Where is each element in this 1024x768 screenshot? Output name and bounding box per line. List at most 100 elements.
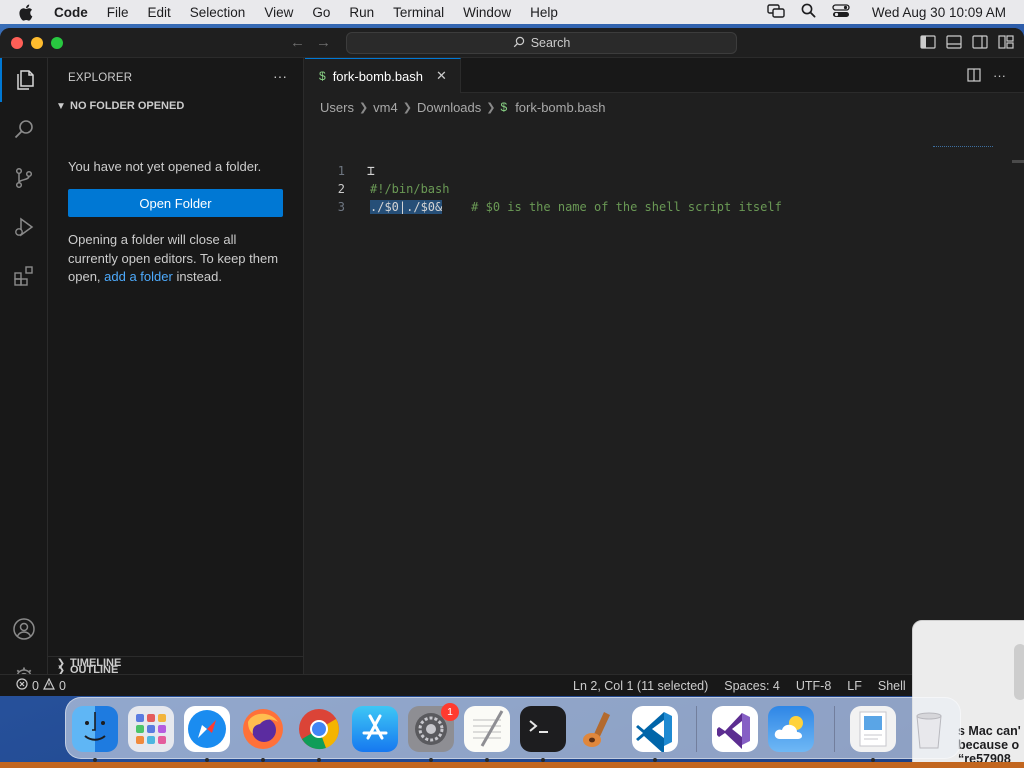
textedit-icon[interactable]	[464, 706, 510, 752]
end-of-line[interactable]: LF	[847, 679, 862, 693]
layout-controls	[920, 35, 1014, 49]
go-forward-icon[interactable]: →	[316, 34, 331, 51]
add-folder-link[interactable]: add a folder	[104, 269, 173, 284]
menu-run[interactable]: Run	[349, 5, 374, 20]
sidebar-title: EXPLORER	[68, 72, 133, 84]
section-title: NO FOLDER OPENED	[70, 100, 185, 112]
no-folder-section-header[interactable]: ▼ NO FOLDER OPENED	[54, 95, 304, 117]
editor-tab-active[interactable]: $ fork-bomb.bash ✕	[305, 58, 461, 93]
code-editor[interactable]: 1 #!/bin/bash 2 ./$0|./$0& # $0 is the n…	[305, 144, 1024, 214]
indentation[interactable]: Spaces: 4	[724, 679, 780, 693]
menu-app-name[interactable]: Code	[54, 5, 88, 20]
breadcrumb-file[interactable]: fork-bomb.bash	[515, 100, 605, 115]
tab-label: fork-bomb.bash	[332, 68, 424, 84]
open-folder-button[interactable]: Open Folder	[68, 189, 283, 217]
notification-text: s Mac can' because o “re57908	[958, 724, 1024, 766]
search-view-icon[interactable]	[0, 107, 48, 151]
status-right-items: Ln 2, Col 1 (11 selected) Spaces: 4 UTF-…	[573, 679, 906, 693]
visual-studio-icon[interactable]	[712, 706, 758, 752]
menu-view[interactable]: View	[264, 5, 293, 20]
screen-mirror-icon[interactable]	[767, 3, 785, 21]
visual-studio-code-icon[interactable]	[632, 706, 678, 754]
open-folder-hint: Opening a folder will close all currentl…	[68, 231, 288, 287]
title-bar: ← → Search	[0, 28, 1024, 58]
timeline-label: TIMELINE	[70, 657, 122, 669]
warning-count: 0	[58, 678, 66, 693]
shell-file-icon: $	[319, 69, 326, 83]
extensions-icon[interactable]	[0, 254, 48, 298]
shell-file-icon: $	[500, 100, 508, 114]
code-line-current[interactable]: 2 ./$0|./$0& # $0 is the name of the she…	[305, 162, 1024, 214]
safari-icon[interactable]	[184, 706, 230, 752]
accounts-icon[interactable]	[0, 607, 48, 651]
explorer-sidebar: EXPLORER ··· ▼ NO FOLDER OPENED You have…	[48, 58, 304, 676]
breadcrumb-item[interactable]: Users	[320, 100, 354, 115]
weather-icon[interactable]	[768, 706, 814, 752]
code-comment[interactable]: # $0 is the name of the shell script its…	[471, 200, 782, 214]
menubar-status-area: Wed Aug 30 10:09 AM	[767, 0, 1006, 24]
finder-icon[interactable]	[72, 706, 118, 752]
vscode-window: ← → Search EXPLORER ··· ▼ NO FOLDER OPEN…	[0, 28, 1024, 696]
line-number: 3	[337, 200, 345, 214]
go-back-icon[interactable]: ←	[290, 34, 305, 51]
search-icon	[513, 36, 525, 51]
scrollbar-thumb[interactable]	[1012, 160, 1024, 163]
macos-menu-bar: Code File Edit Selection View Go Run Ter…	[0, 0, 1024, 24]
chevron-down-icon: ▼	[56, 100, 66, 112]
breadcrumb-item[interactable]: Downloads	[417, 100, 481, 115]
chevron-right-icon: ❯	[56, 657, 66, 669]
close-tab-icon[interactable]: ✕	[436, 68, 447, 84]
cursor-position[interactable]: Ln 2, Col 1 (11 selected)	[573, 679, 708, 693]
window-minimize-button[interactable]	[31, 37, 43, 49]
language-mode[interactable]: Shell	[878, 679, 906, 693]
split-editor-icon[interactable]	[967, 68, 981, 85]
explorer-icon[interactable]	[0, 58, 48, 102]
minimap[interactable]	[933, 146, 993, 148]
chevron-right-icon: ❯	[402, 101, 412, 114]
window-zoom-button[interactable]	[51, 37, 63, 49]
more-actions-icon[interactable]: ···	[993, 68, 1006, 85]
timeline-section-row[interactable]: ❯ TIMELINE	[54, 652, 304, 674]
encoding[interactable]: UTF-8	[796, 679, 831, 693]
toggle-panel-icon[interactable]	[946, 35, 962, 49]
preview-icon[interactable]	[850, 706, 896, 752]
breadcrumb: Users ❯ vm4 ❯ Downloads ❯ $ fork-bomb.ba…	[320, 98, 606, 116]
menu-go[interactable]: Go	[312, 5, 330, 20]
menubar-clock[interactable]: Wed Aug 30 10:09 AM	[872, 5, 1006, 20]
apple-menu-icon[interactable]	[18, 4, 38, 21]
editor-area: $ fork-bomb.bash ✕ ··· Users ❯ vm4 ❯ Dow…	[305, 58, 1024, 674]
menu-edit[interactable]: Edit	[148, 5, 171, 20]
toggle-primary-sidebar-icon[interactable]	[920, 35, 936, 49]
control-center-icon[interactable]	[832, 3, 850, 21]
error-icon	[16, 678, 28, 693]
menu-window[interactable]: Window	[463, 5, 511, 20]
window-close-button[interactable]	[11, 37, 23, 49]
selected-text[interactable]: ./$0|./$0&	[370, 200, 443, 214]
run-debug-icon[interactable]	[0, 205, 48, 249]
warning-icon	[42, 677, 55, 693]
sidebar-more-actions-icon[interactable]: ···	[273, 68, 287, 84]
activity-bar: 1	[0, 58, 48, 696]
menu-terminal[interactable]: Terminal	[393, 5, 444, 20]
code-line[interactable]: 3	[305, 180, 1024, 214]
menu-help[interactable]: Help	[530, 5, 558, 20]
problems-status[interactable]: 0 0	[16, 677, 66, 693]
app-store-icon[interactable]	[352, 706, 398, 752]
spotlight-search-icon[interactable]	[801, 3, 816, 21]
toggle-secondary-sidebar-icon[interactable]	[972, 35, 988, 49]
menu-file[interactable]: File	[107, 5, 129, 20]
notification-line: s Mac can'	[958, 724, 1021, 738]
breadcrumb-item[interactable]: vm4	[373, 100, 398, 115]
instruments-icon[interactable]	[576, 706, 622, 752]
customize-layout-icon[interactable]	[998, 35, 1014, 49]
code-line[interactable]: 1 #!/bin/bash	[305, 144, 1024, 196]
command-center-search[interactable]: Search	[346, 32, 737, 54]
terminal-icon[interactable]	[520, 706, 566, 752]
chrome-icon[interactable]	[296, 706, 342, 752]
launchpad-icon[interactable]	[128, 706, 174, 752]
menu-selection[interactable]: Selection	[190, 5, 246, 20]
code-text[interactable]: ./$0|./$0& # $0 is the name of the shell…	[370, 198, 782, 216]
source-control-icon[interactable]	[0, 156, 48, 200]
firefox-icon[interactable]	[240, 706, 286, 752]
trash-icon[interactable]	[906, 706, 952, 752]
